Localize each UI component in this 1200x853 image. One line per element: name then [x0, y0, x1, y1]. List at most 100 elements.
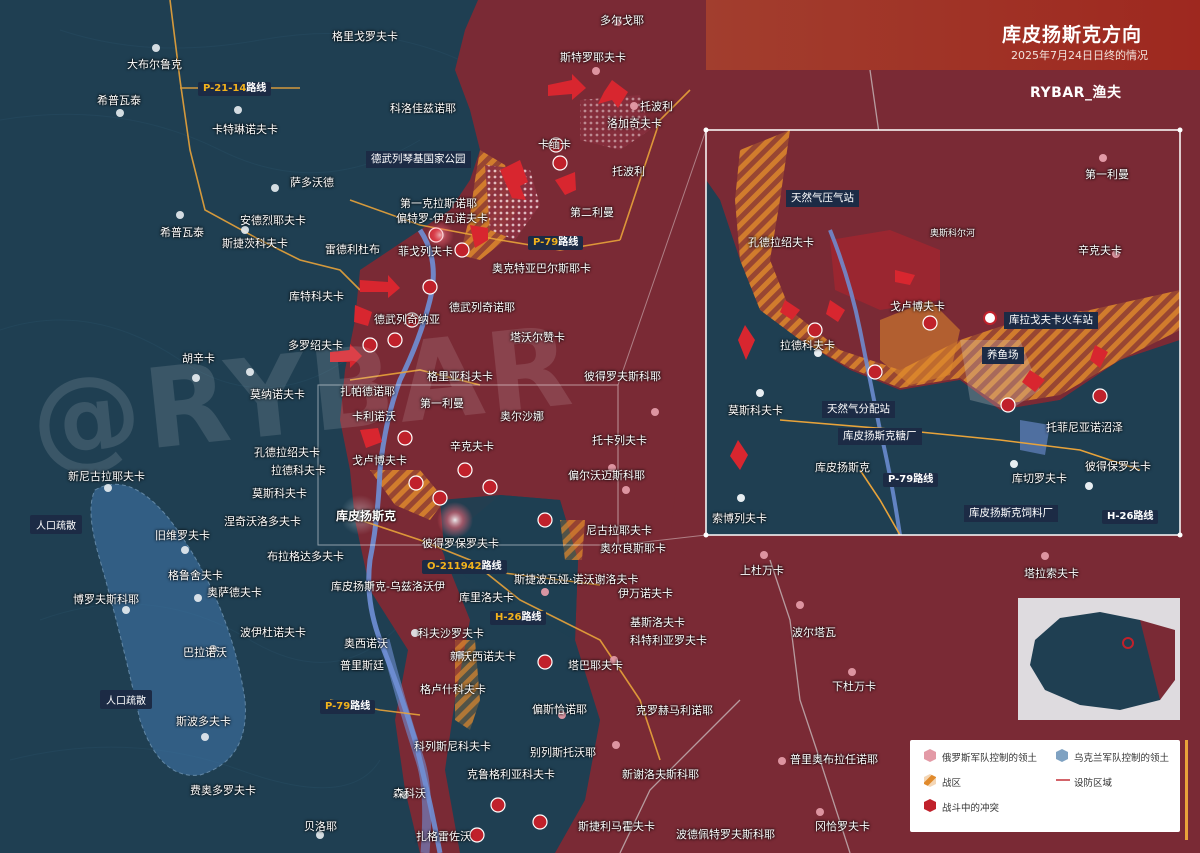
place-label: 博罗夫斯科耶 — [73, 593, 139, 606]
road-p79-south: P-79路线 — [320, 700, 376, 714]
place-label: 希普瓦泰 — [97, 94, 141, 107]
place-label: 奥尔沙娜 — [500, 410, 544, 423]
place-label: 偏斯恰诺耶 — [532, 703, 587, 716]
overview-minimap — [1018, 598, 1180, 720]
inset-label: 第一利曼 — [1085, 168, 1129, 181]
place-label: 下杜万卡 — [832, 680, 876, 693]
place-label: 布拉格达多夫卡 — [267, 550, 344, 563]
place-label: 托波利 — [640, 100, 673, 113]
inset-callout: 库皮扬斯克糖厂 — [838, 428, 922, 445]
place-label: 巴拉诺沃 — [183, 646, 227, 659]
place-label: 卡缅卡 — [538, 138, 571, 151]
place-label: 格卢什科夫卡 — [420, 683, 486, 696]
place-label: 多尔戈耶 — [600, 14, 644, 27]
inset-label: 索博列夫卡 — [712, 512, 767, 525]
place-label: 多罗绍夫卡 — [288, 339, 343, 352]
place-label: 斯捷茨科夫卡 — [222, 237, 288, 250]
place-label: 涅奇沃洛多夫卡 — [224, 515, 301, 528]
inset-callout: 库皮扬斯克饲料厂 — [964, 505, 1058, 522]
place-label: 洛加奇夫卡 — [607, 117, 662, 130]
place-label: 波尔塔瓦 — [792, 626, 836, 639]
inset-label: 拉德科夫卡 — [780, 339, 835, 352]
inset-label: 库切罗夫卡 — [1012, 472, 1067, 485]
place-label: 彼得罗保罗夫卡 — [422, 537, 499, 550]
inset-label: 戈卢博夫卡 — [890, 300, 945, 313]
place-label: 新沃西诺夫卡 — [450, 650, 516, 663]
place-label: 别列斯托沃耶 — [530, 746, 596, 759]
inset-label: 彼得保罗夫卡 — [1085, 460, 1151, 473]
map-subtitle: 2025年7月24日日终的情况 — [1011, 49, 1148, 62]
place-label: 普里斯廷 — [340, 659, 384, 672]
road-p79-north: P-79路线 — [528, 236, 584, 250]
place-label: 克鲁格利亚科夫卡 — [467, 768, 555, 781]
inset-road-p79: P-79路线 — [883, 473, 939, 487]
place-callout: 德武列琴基国家公园 — [366, 151, 471, 168]
place-label: 斯捷波瓦娅·诺沃谢洛夫卡 — [514, 573, 639, 586]
place-label: 冈恰罗夫卡 — [815, 820, 870, 833]
place-label: 奥萨德夫卡 — [207, 586, 262, 599]
place-label: 贝洛耶 — [304, 820, 337, 833]
legend-russian: 俄罗斯军队控制的领土 — [942, 753, 1038, 764]
legend-fortified: 设防区域 — [1074, 778, 1113, 789]
place-label: 塔巴耶夫卡 — [568, 659, 623, 672]
place-label: 科夫沙罗夫卡 — [418, 627, 484, 640]
place-label: 尼古拉耶夫卡 — [586, 524, 652, 537]
place-label: 库特科夫卡 — [289, 290, 344, 303]
place-label: 彼得罗夫斯科耶 — [584, 370, 661, 383]
place-label: 偏特罗-伊瓦诺夫卡 — [396, 212, 488, 225]
place-label: 孔德拉绍夫卡 — [254, 446, 320, 459]
inset-callout: 养鱼场 — [982, 347, 1024, 364]
inset-callout: 库拉戈夫卡火车站 — [1004, 312, 1098, 329]
brand-logo: RYBAR_渔夫 — [1030, 85, 1122, 101]
evacuation-label: 人口疏散 — [30, 515, 82, 534]
place-label: 托波利 — [612, 165, 645, 178]
inset-label: 莫斯科夫卡 — [728, 404, 783, 417]
place-label: 斯波多夫卡 — [176, 715, 231, 728]
place-label: 萨多沃德 — [290, 176, 334, 189]
inset-label: 孔德拉绍夫卡 — [748, 236, 814, 249]
inset-label: 奥斯科尔河 — [930, 229, 976, 239]
inset-label: 托菲尼亚诺沼泽 — [1046, 421, 1123, 434]
place-label: 德武列奇诺耶 — [449, 301, 515, 314]
road-h26: H-26路线 — [490, 611, 547, 625]
place-label: 菲戈列夫卡 — [398, 245, 453, 258]
place-label: 托卡列夫卡 — [592, 434, 647, 447]
place-label: 旧维罗夫卡 — [155, 529, 210, 542]
title-banner: 库皮扬斯克方向 2025年7月24日日终的情况 — [706, 0, 1200, 70]
legend: 俄罗斯军队控制的领土 乌克兰军队控制的领土 战区 设防区域 战斗中的冲突 — [910, 740, 1180, 832]
inset-callout: 天然气压气站 — [786, 190, 859, 207]
place-label: 第一利曼 — [420, 397, 464, 410]
place-label: 扎格雷佐沃 — [416, 830, 471, 843]
place-label: 上杜万卡 — [740, 564, 784, 577]
legend-clashes: 战斗中的冲突 — [942, 803, 1000, 814]
road-p2114: P-21-14路线 — [198, 82, 272, 96]
place-label: 新谢洛夫斯科耶 — [622, 768, 699, 781]
place-label: 科列斯尼科夫卡 — [414, 740, 491, 753]
place-label: 格鲁舍夫卡 — [168, 569, 223, 582]
place-label: 拉德科夫卡 — [271, 464, 326, 477]
place-label: 雷德利杜布 — [325, 243, 380, 256]
place-label: 斯捷利马霍夫卡 — [578, 820, 655, 833]
place-label: 莫斯科夫卡 — [252, 487, 307, 500]
place-label: 戈卢博夫卡 — [352, 454, 407, 467]
inset-label: 库皮扬斯克 — [815, 461, 870, 474]
place-label: 卡利诺沃 — [352, 410, 396, 423]
evacuation-label: 人口疏散 — [100, 690, 152, 709]
road-o211942: O-211942路线 — [422, 560, 507, 574]
place-label: 库里洛夫卡 — [459, 591, 514, 604]
place-label: 偏尔沃迈斯科耶 — [568, 469, 645, 482]
place-label: 普里奥布拉任诺耶 — [790, 753, 878, 766]
place-label: 库皮扬斯克-乌兹洛沃伊 — [331, 580, 445, 593]
legend-combat-zone: 战区 — [942, 778, 962, 789]
place-label: 希普瓦泰 — [160, 226, 204, 239]
place-label: 克罗赫马利诺耶 — [636, 704, 713, 717]
map-title: 库皮扬斯克方向 — [1001, 24, 1142, 46]
place-label: 波德佩特罗夫斯科耶 — [676, 828, 775, 841]
place-label: 波伊杜诺夫卡 — [240, 626, 306, 639]
place-label: 伊万诺夫卡 — [618, 587, 673, 600]
kupiansk-label: 库皮扬斯克 — [336, 509, 397, 523]
place-label: 塔拉索夫卡 — [1024, 567, 1079, 580]
place-label: 格里戈罗夫卡 — [332, 30, 398, 43]
place-label: 科洛佳兹诺耶 — [390, 102, 456, 115]
place-label: 科特利亚罗夫卡 — [630, 634, 707, 647]
